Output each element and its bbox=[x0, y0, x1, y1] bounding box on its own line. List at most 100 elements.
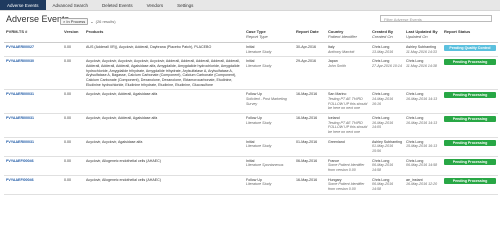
table-cell: Chris Long 11-May-2016 14:38 bbox=[404, 56, 442, 91]
table-cell: 16-May-2016 bbox=[294, 113, 326, 138]
table-cell: Chris Long 06-May-2016 14:58 bbox=[404, 156, 442, 176]
status-badge[interactable]: Pending Processing bbox=[444, 116, 496, 123]
column-header[interactable]: Version bbox=[62, 28, 84, 43]
event-id-link[interactable]: PVYAAERI00027 bbox=[6, 45, 34, 49]
nav-tab[interactable]: Adverse Events bbox=[0, 0, 46, 10]
result-count: (26 results) bbox=[95, 18, 116, 24]
updated-by: Ashley Subhanting bbox=[406, 45, 436, 49]
table-cell: 0.00 bbox=[62, 175, 84, 195]
search-input[interactable]: Filter Adverse Events bbox=[380, 15, 492, 22]
updated-on: 11-May-2016 14:33 bbox=[406, 49, 437, 54]
table-cell: France Some Patient Identifier from versi… bbox=[326, 156, 370, 176]
nav-tab[interactable]: Deleted Events bbox=[95, 0, 140, 10]
created-on: 13-May-2016 bbox=[372, 49, 394, 54]
status-badge[interactable]: Pending Quality Control bbox=[444, 45, 496, 51]
table-cell: Chris Long 06-May-2016 14:58 bbox=[370, 175, 404, 195]
report-date: 16-May-2016 bbox=[296, 177, 318, 182]
table-cell: Pending Processing bbox=[442, 113, 498, 138]
table-cell: Pending Processing bbox=[442, 156, 498, 176]
table-cell: 0.00 bbox=[62, 89, 84, 115]
report-date: 01-May-2016 bbox=[296, 139, 318, 144]
table-cell: Initial Literature Study bbox=[244, 137, 294, 157]
table-cell: Pending Processing bbox=[442, 175, 498, 195]
column-label: Version bbox=[64, 29, 79, 34]
column-header[interactable]: Report Status bbox=[442, 28, 498, 43]
event-id-link[interactable]: PVYAAERI00030 bbox=[6, 59, 34, 63]
column-header[interactable]: Last Updated By Updated On bbox=[404, 28, 442, 43]
patient-identifier: Some Patient Identifier from version 0.0… bbox=[328, 163, 365, 173]
event-id-link[interactable]: PVYAAERI00031 bbox=[6, 140, 34, 144]
table-cell: Acyclovir, Allogeneic endothelial cells … bbox=[84, 156, 244, 176]
column-label: Report Status bbox=[444, 29, 471, 34]
nav-tab[interactable]: Settings bbox=[170, 0, 200, 10]
table-cell: Initial Literature Study bbox=[244, 42, 294, 58]
adverse-events-table: PVRM-TS # Version Products Case Type Report … bbox=[4, 28, 498, 195]
status-badge[interactable]: Pending Processing bbox=[444, 158, 496, 165]
table-cell: Chris Long 16-May-2016 14:05 bbox=[370, 113, 404, 138]
table-cell: Chris Long 27-Apr-2016 10:14 bbox=[370, 56, 404, 91]
table-row[interactable]: PVYAAERI00030 0.00 Acyclovir, Acyclovir, A… bbox=[4, 56, 498, 91]
event-id-link[interactable]: PVYAAEFI00046 bbox=[6, 159, 34, 163]
status-badge[interactable]: Pending Processing bbox=[444, 177, 496, 184]
table-cell: Follow Up Literature Study bbox=[244, 113, 294, 138]
table-cell: 16-May-2016 bbox=[294, 175, 326, 195]
table-cell: ae_instant 16-May-2016 12:20 bbox=[404, 175, 442, 195]
table-cell: 16-May-2016 bbox=[294, 89, 326, 115]
table-cell: Initial Literature Spontaneous bbox=[244, 156, 294, 176]
column-header[interactable]: Report Date bbox=[294, 28, 326, 43]
report-date: 30-Apr-2016 bbox=[296, 45, 316, 49]
table-cell: 0.00 bbox=[62, 137, 84, 157]
table-cell: PVYAAERI00031 bbox=[4, 89, 62, 115]
created-on: 06-May-2016 14:58 bbox=[372, 182, 394, 192]
table-cell: Pending Processing bbox=[442, 89, 498, 115]
table-cell: 30-Apr-2016 bbox=[294, 42, 326, 58]
column-header[interactable]: Created By Created On bbox=[370, 28, 404, 43]
table-row[interactable]: PVYAAERI00027 0.00 AUS (Adderall XR)), Acy… bbox=[4, 42, 498, 58]
report-type: Literature Study bbox=[246, 182, 272, 187]
report-type: Literature Study bbox=[246, 144, 272, 149]
event-id-link[interactable]: PVYAAERI00031 bbox=[6, 116, 34, 120]
table-cell: Pending Processing bbox=[442, 137, 498, 157]
table-cell: 0.00 bbox=[62, 56, 84, 91]
status-badge[interactable]: Pending Processing bbox=[444, 139, 496, 146]
report-date: 16-May-2016 bbox=[296, 116, 318, 121]
table-cell: Chris Long 16-May-2016 14:13 bbox=[404, 89, 442, 115]
chevron-down-icon[interactable]: ⌄ bbox=[90, 19, 93, 24]
table-row[interactable]: PVYAAERI00031 0.00 Acyclovir, Acyclovir, A… bbox=[4, 89, 498, 115]
column-header[interactable]: Case Type Report Type bbox=[244, 28, 294, 43]
nav-tab[interactable]: Advanced Search bbox=[46, 0, 96, 10]
table-cell: Acyclovir, Acyclovir, Adderall, Agalsida… bbox=[84, 113, 244, 138]
event-id-link[interactable]: PVYAAERI00031 bbox=[6, 92, 34, 96]
filter-pill-label: In Process bbox=[66, 18, 86, 24]
filter-pill[interactable]: × In Process bbox=[60, 17, 89, 25]
version: 0.00 bbox=[64, 116, 71, 121]
table-cell: PVYAAEFI00046 bbox=[4, 156, 62, 176]
status-badge[interactable]: Pending Processing bbox=[444, 59, 496, 66]
table-row[interactable]: PVYAAERI00031 0.00 Acyclovir, Acyclovir, A… bbox=[4, 113, 498, 138]
close-icon[interactable]: × bbox=[63, 19, 65, 24]
products: Acyclovir, Acyclovir, Agalsidase alfa bbox=[86, 139, 143, 144]
table-cell: Initial Literature Study bbox=[244, 56, 294, 91]
report-type: Literature Spontaneous bbox=[246, 163, 284, 168]
products: Acyclovir, Acyclovir, Acyclovir, Acyclov… bbox=[86, 59, 240, 87]
table-cell: Chris Long 16-May-2016 14:13 bbox=[404, 113, 442, 138]
created-on: 06-May-2016 14:58 bbox=[372, 163, 394, 173]
products: Acyclovir, Allogeneic endothelial cells … bbox=[86, 158, 161, 163]
table-row[interactable]: PVYAAEFI00046 0.00 Acyclovir, Allogeneic e… bbox=[4, 156, 498, 176]
column-header[interactable]: Country Patient Identifier bbox=[326, 28, 370, 43]
column-header[interactable]: Products bbox=[84, 28, 244, 43]
report-type: Literature Study bbox=[246, 64, 272, 69]
nav-tab[interactable]: Vendors bbox=[140, 0, 171, 10]
status-badge[interactable]: Pending Processing bbox=[444, 92, 496, 99]
table-cell: Acyclovir, Acyclovir, Acyclovir, Acyclov… bbox=[84, 56, 244, 91]
version: 0.00 bbox=[64, 177, 71, 182]
column-sublabel: Report Type bbox=[246, 34, 268, 39]
report-date: 29-Apr-2016 bbox=[296, 59, 316, 64]
event-id-link[interactable]: PVYAAEFI00046 bbox=[6, 178, 34, 182]
column-label: Report Date bbox=[296, 29, 319, 34]
table-cell: Acyclovir, Acyclovir, Adderall, Agalsida… bbox=[84, 89, 244, 115]
column-header[interactable]: PVRM-TS # bbox=[4, 28, 62, 43]
table-row[interactable]: PVYAAEFI00046 0.00 Acyclovir, Allogeneic e… bbox=[4, 175, 498, 195]
table-cell: Follow Up Literature Study bbox=[244, 175, 294, 195]
table-row[interactable]: PVYAAERI00031 0.00 Acyclovir, Acyclovir, A… bbox=[4, 137, 498, 157]
